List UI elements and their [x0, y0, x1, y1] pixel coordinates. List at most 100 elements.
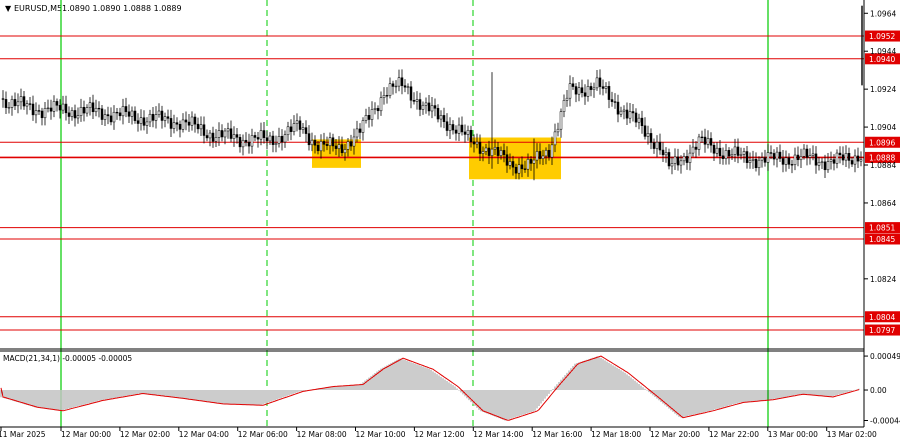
candle-body [538, 151, 542, 159]
candle-body [544, 149, 548, 157]
candle-body [814, 153, 818, 166]
candle-body [97, 107, 101, 110]
candle-body [79, 106, 83, 116]
symbol-label: EURUSD,M5 [14, 4, 62, 13]
x-tick-label: 12 Mar 06:00 [238, 430, 288, 439]
candle-body [127, 111, 131, 117]
candle-body [451, 124, 455, 131]
candle-body [469, 129, 473, 142]
candle-body [592, 87, 596, 90]
candle-body [526, 159, 530, 170]
candle-body [757, 159, 761, 169]
candle-body [640, 117, 644, 127]
candle-body [382, 95, 386, 98]
candle-body [118, 112, 122, 117]
candle-body [1, 98, 5, 100]
candle-body [643, 125, 647, 137]
candle-body [229, 128, 233, 139]
level-tag-label: 1.0851 [869, 224, 895, 233]
candle-body [700, 136, 704, 139]
candle-body [646, 133, 650, 137]
candle-body [790, 164, 794, 166]
candle-body [307, 133, 311, 146]
candle-body [391, 83, 395, 87]
price-chart[interactable]: ▼ EURUSD,M5 1.0890 1.0890 1.0888 1.0889 … [0, 0, 900, 441]
candle-body [367, 115, 371, 120]
candle-body [820, 161, 824, 163]
candle-body [655, 141, 659, 149]
candle-body [175, 122, 179, 125]
candle-body [739, 154, 743, 156]
candle-body [241, 139, 245, 148]
candle-body [475, 141, 479, 145]
candle-body [448, 124, 452, 131]
candle-body [199, 124, 203, 130]
candle-body [52, 101, 56, 112]
level-tag-label: 1.0804 [869, 313, 895, 322]
candle-body [301, 127, 305, 130]
candle-body [781, 158, 785, 165]
candle-body [4, 99, 8, 108]
candle-body [793, 154, 797, 165]
candle-body [178, 123, 182, 130]
candle-body [556, 128, 560, 133]
candle-body [343, 149, 347, 154]
candle-body [421, 104, 425, 110]
candle-body [64, 103, 68, 114]
candle-body [436, 108, 440, 120]
candle-body [73, 110, 77, 119]
candle-body [334, 145, 338, 149]
candle-body [259, 130, 263, 140]
candle-body [148, 113, 152, 123]
candle-body [637, 117, 641, 123]
candle-body [853, 155, 857, 165]
candle-body [373, 108, 377, 110]
x-tick-label: 12 Mar 20:00 [650, 430, 700, 439]
candle-body [76, 115, 80, 119]
candle-body [85, 107, 89, 114]
candle-body [91, 102, 95, 113]
candle-body [823, 161, 827, 171]
candle-body [748, 160, 752, 163]
candle-body [619, 110, 623, 115]
candle-body [142, 117, 146, 126]
candle-body [139, 117, 143, 124]
candle-body [601, 86, 605, 89]
candle-body [649, 133, 653, 143]
candle-body [466, 129, 470, 135]
candle-body [520, 164, 524, 170]
candle-body [133, 110, 137, 121]
dropdown-arrow-icon[interactable]: ▼ [5, 4, 12, 13]
candle-body [379, 97, 383, 112]
candle-body [46, 107, 50, 110]
candle-body [130, 110, 134, 117]
candle-body [658, 141, 662, 151]
candle-body [856, 155, 860, 162]
candle-body [502, 150, 506, 155]
candle-body [787, 157, 791, 165]
candle-body [310, 139, 314, 146]
candle-body [571, 83, 575, 87]
candle-body [400, 77, 404, 86]
candle-body [346, 141, 350, 150]
macd-tick-label: -0.00044 [870, 417, 900, 426]
level-tag-label: 1.0896 [869, 138, 895, 147]
candle-body [598, 77, 602, 87]
candle-body [715, 147, 719, 154]
candle-body [529, 159, 533, 164]
candle-body [298, 120, 302, 130]
candle-body [769, 152, 773, 154]
candle-body [37, 110, 41, 112]
candle-body [574, 86, 578, 95]
candle-body [691, 146, 695, 154]
candle-body [316, 144, 320, 152]
candle-body [202, 124, 206, 136]
candle-body [850, 160, 854, 165]
candle-body [676, 156, 680, 166]
candle-body [70, 110, 74, 117]
candle-body [685, 156, 689, 163]
candle-body [496, 146, 500, 156]
candle-body [661, 149, 665, 156]
y-tick-label: 1.0944 [870, 47, 896, 56]
candle-body [109, 115, 113, 123]
